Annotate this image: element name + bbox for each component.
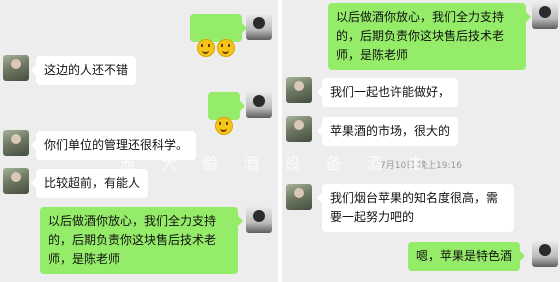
contact-avatar[interactable]: [3, 130, 29, 156]
message-bubble[interactable]: 你们单位的管理还很科学。: [30, 131, 197, 160]
grin-emoji-icon: [197, 38, 215, 57]
message-bubble-emoji[interactable]: [190, 14, 247, 57]
contact-avatar[interactable]: [286, 116, 312, 142]
grin-emoji-icon: [217, 38, 235, 57]
message-bubble[interactable]: 嗯，苹果是特色酒: [408, 242, 526, 271]
contact-avatar[interactable]: [3, 55, 29, 81]
message-bubble[interactable]: 我们烟台苹果的知名度很高，需 要一起努力吧的: [317, 184, 514, 232]
contact-avatar[interactable]: [286, 184, 312, 210]
message-bubble[interactable]: 比较超前，有能人: [30, 169, 149, 198]
message-bubble[interactable]: 我们一起也许能做好，: [316, 78, 459, 107]
message-bubble[interactable]: 这边的人还不错: [30, 56, 137, 85]
my-avatar[interactable]: [532, 3, 558, 29]
message-bubble-emoji[interactable]: [208, 92, 245, 135]
contact-avatar[interactable]: [286, 77, 312, 103]
message-bubble[interactable]: 以后做酒你放心，我们全力支持 的，后期负责你这块售后技术老 师，是陈老师: [328, 3, 531, 70]
my-avatar[interactable]: [246, 14, 272, 40]
my-avatar[interactable]: [246, 207, 272, 233]
chat-panel-right: 以后做酒你放心，我们全力支持 的，后期负责你这块售后技术老 师，是陈老师 我们一…: [282, 0, 560, 282]
message-timestamp: 7月10日 晚上19:16: [380, 161, 462, 171]
message-bubble[interactable]: 以后做酒你放心，我们全力支持 的，后期负责你这块售后技术老 师，是陈老师: [40, 207, 243, 274]
my-avatar[interactable]: [246, 92, 272, 118]
smile-emoji-icon: [215, 116, 233, 135]
chat-panel-left: 这边的人还不错 你们单位的管理还很科学。 比较超前，有能人 以后做酒你放心，我们…: [0, 0, 278, 282]
my-avatar[interactable]: [532, 241, 558, 267]
message-bubble[interactable]: 苹果酒的市场，很大的: [316, 117, 459, 146]
contact-avatar[interactable]: [3, 168, 29, 194]
